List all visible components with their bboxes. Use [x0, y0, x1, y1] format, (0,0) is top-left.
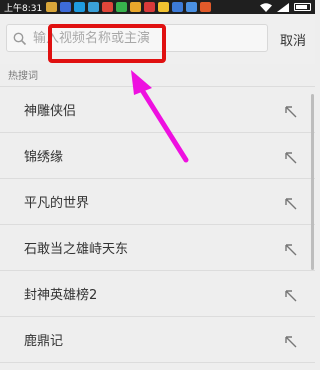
status-indicators	[260, 2, 311, 12]
search-icon	[13, 31, 27, 50]
fill-search-arrow-icon[interactable]	[285, 333, 297, 352]
fill-search-arrow-icon[interactable]	[285, 241, 297, 260]
battery-icon	[294, 3, 311, 11]
list-item[interactable]: 神雕侠侣	[0, 87, 315, 133]
app-icon-11	[186, 2, 198, 12]
cancel-button[interactable]: 取消	[280, 30, 306, 49]
list-item-label: 锦绣缘	[24, 150, 64, 165]
app-icon-2	[60, 2, 72, 12]
app-icon-5	[102, 2, 114, 12]
list-item[interactable]: 锦绣缘	[0, 133, 315, 179]
app-icon-12	[200, 2, 212, 12]
status-bar: 上午8:31	[0, 0, 315, 14]
fill-search-arrow-icon[interactable]	[285, 149, 297, 168]
list-item-label: 鹿鼎记	[24, 334, 64, 349]
list-item[interactable]: 封神英雄榜2	[0, 271, 315, 317]
app-icon-4	[88, 2, 100, 12]
fill-search-arrow-icon[interactable]	[285, 103, 297, 122]
list-item-label: 平凡的世界	[24, 196, 90, 211]
highlight-annotation-box	[48, 24, 166, 63]
status-time: 上午8:31	[4, 3, 43, 14]
list-item[interactable]: 鹿鼎记	[0, 317, 315, 363]
wifi-icon	[260, 2, 272, 12]
scrollbar[interactable]	[311, 94, 314, 270]
app-icon-1	[46, 2, 58, 12]
app-icon-3	[74, 2, 86, 12]
app-icon-9	[158, 2, 170, 12]
app-icon-8	[144, 2, 156, 12]
signal-icon	[277, 2, 289, 12]
app-icon-10	[172, 2, 184, 12]
list-item[interactable]: 石敢当之雄峙天东	[0, 225, 315, 271]
fill-search-arrow-icon[interactable]	[285, 287, 297, 306]
list-item-label: 封神英雄榜2	[24, 288, 98, 303]
app-icon-7	[130, 2, 142, 12]
list-item[interactable]: 平凡的世界	[0, 179, 315, 225]
hot-search-label: 热搜词	[8, 71, 38, 82]
notification-icons	[46, 2, 212, 12]
list-item-label: 石敢当之雄峙天东	[24, 242, 129, 257]
hot-search-list: 神雕侠侣 锦绣缘 平凡的世界 石敢当之雄峙天东 封神英雄榜2 鹿鼎记	[0, 86, 315, 370]
list-item-label: 神雕侠侣	[24, 104, 77, 119]
app-icon-6	[116, 2, 128, 12]
fill-search-arrow-icon[interactable]	[285, 195, 297, 214]
